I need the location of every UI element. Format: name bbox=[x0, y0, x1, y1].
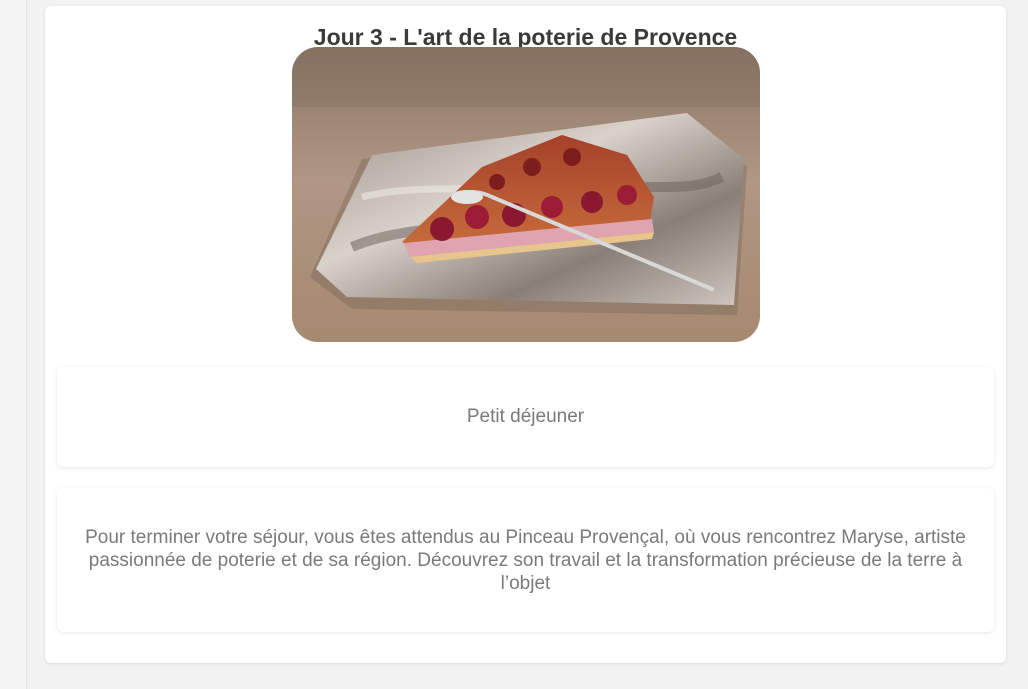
day-card: Jour 3 - L'art de la poterie de Provence bbox=[45, 6, 1006, 663]
description-text: Pour terminer votre séjour, vous êtes at… bbox=[85, 526, 966, 594]
meal-panel: Petit déjeuner bbox=[57, 367, 994, 467]
meal-label: Petit déjeuner bbox=[466, 406, 585, 427]
left-sidebar-rail bbox=[0, 0, 27, 689]
cherry-clafoutis-photo-icon bbox=[292, 47, 760, 342]
description-panel: Pour terminer votre séjour, vous êtes at… bbox=[57, 488, 994, 632]
day-photo bbox=[292, 47, 760, 342]
